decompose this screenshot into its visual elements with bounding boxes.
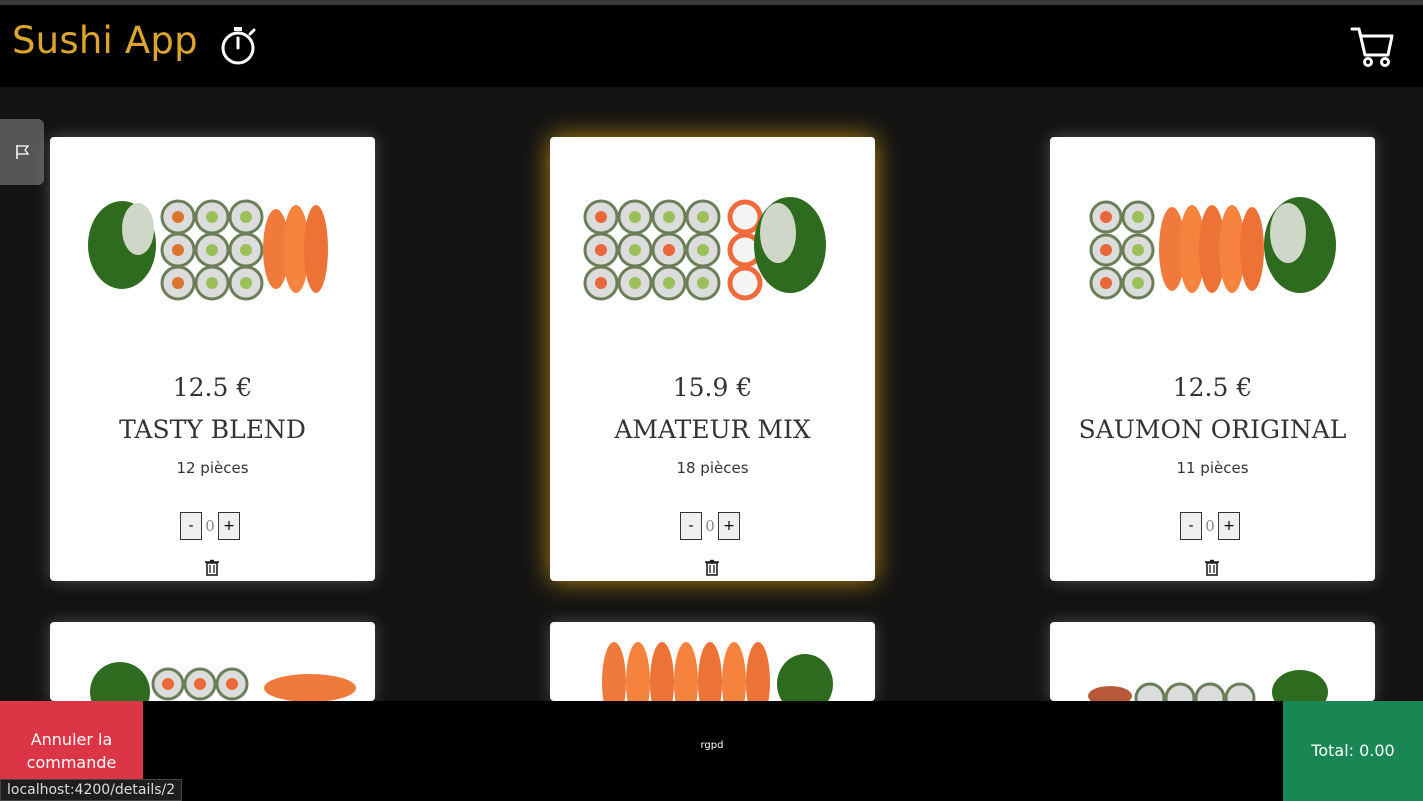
- quantity-value[interactable]: 0: [1202, 512, 1218, 540]
- product-card[interactable]: [50, 622, 375, 701]
- decrease-button[interactable]: -: [180, 512, 202, 540]
- trash-icon[interactable]: [204, 559, 220, 576]
- total-button[interactable]: Total: 0.00: [1283, 701, 1423, 801]
- product-card[interactable]: 15.9 € AMATEUR MIX 18 pièces - 0 +: [550, 137, 875, 581]
- flag-icon: [16, 145, 30, 159]
- footer-bar: Annuler la commande rgpd Total: 0.00: [0, 701, 1423, 801]
- quantity-value[interactable]: 0: [202, 512, 218, 540]
- product-price: 15.9 €: [672, 373, 753, 402]
- product-card[interactable]: 12.5 € TASTY BLEND 12 pièces - 0 +: [50, 137, 375, 581]
- side-flag-tab[interactable]: [0, 119, 44, 185]
- increase-button[interactable]: +: [1218, 512, 1240, 540]
- stopwatch-icon[interactable]: [218, 24, 260, 66]
- trash-icon[interactable]: [704, 559, 720, 576]
- trash-icon[interactable]: [1204, 559, 1220, 576]
- app-header: Sushi App: [0, 5, 1423, 87]
- product-name: AMATEUR MIX: [614, 415, 811, 444]
- app-title[interactable]: Sushi App: [12, 19, 198, 62]
- product-image: [90, 662, 356, 701]
- quantity-stepper: - 0 +: [1180, 512, 1245, 540]
- cart-icon[interactable]: [1350, 25, 1394, 69]
- product-card[interactable]: [1050, 622, 1375, 701]
- product-image: [88, 199, 328, 301]
- increase-button[interactable]: +: [718, 512, 740, 540]
- rgpd-link[interactable]: rgpd: [690, 740, 734, 751]
- browser-status-url: localhost:4200/details/2: [0, 779, 183, 801]
- product-card[interactable]: 12.5 € SAUMON ORIGINAL 11 pièces - 0 +: [1050, 137, 1375, 581]
- product-name: TASTY BLEND: [119, 415, 306, 444]
- quantity-stepper: - 0 +: [180, 512, 245, 540]
- product-pieces: 12 pièces: [176, 459, 249, 477]
- increase-button[interactable]: +: [218, 512, 240, 540]
- product-image: [583, 197, 826, 301]
- product-image: [1089, 197, 1336, 300]
- product-price: 12.5 €: [172, 373, 253, 402]
- product-pieces: 18 pièces: [676, 459, 749, 477]
- product-price: 12.5 €: [1172, 373, 1253, 402]
- quantity-value[interactable]: 0: [702, 512, 718, 540]
- product-card[interactable]: [550, 622, 875, 701]
- decrease-button[interactable]: -: [680, 512, 702, 540]
- product-image: [602, 642, 833, 701]
- quantity-stepper: - 0 +: [680, 512, 745, 540]
- product-image: [1088, 670, 1328, 701]
- product-pieces: 11 pièces: [1176, 459, 1249, 477]
- decrease-button[interactable]: -: [1180, 512, 1202, 540]
- product-name: SAUMON ORIGINAL: [1078, 415, 1347, 444]
